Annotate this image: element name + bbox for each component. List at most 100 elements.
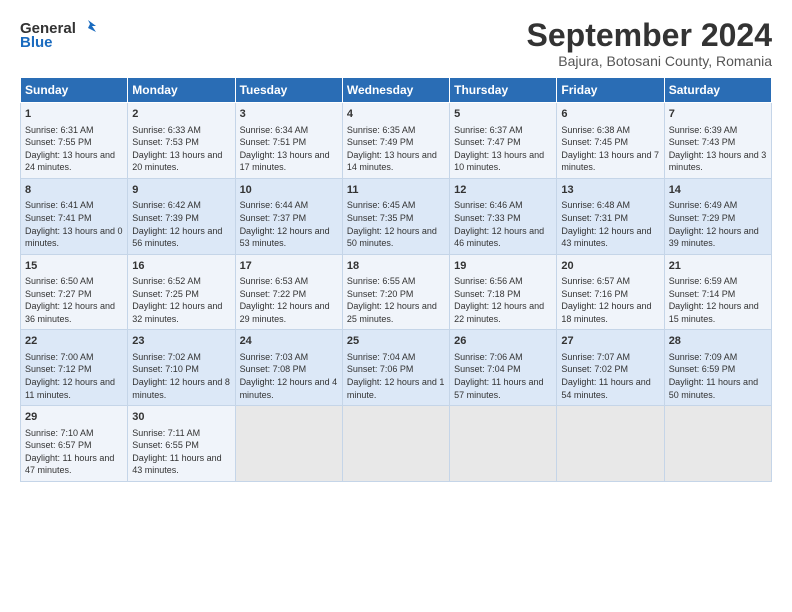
sunrise-label: Sunrise: 6:53 AM — [240, 276, 309, 286]
day-number: 27 — [561, 334, 659, 349]
day-number: 22 — [25, 334, 123, 349]
sunrise-label: Sunrise: 7:06 AM — [454, 352, 523, 362]
calendar-cell: 26 Sunrise: 7:06 AM Sunset: 7:04 PM Dayl… — [450, 330, 557, 406]
sunset-label: Sunset: 7:55 PM — [25, 137, 92, 147]
sunset-label: Sunset: 7:29 PM — [669, 213, 736, 223]
calendar-cell: 22 Sunrise: 7:00 AM Sunset: 7:12 PM Dayl… — [21, 330, 128, 406]
calendar-cell: 17 Sunrise: 6:53 AM Sunset: 7:22 PM Dayl… — [235, 254, 342, 330]
day-number: 1 — [25, 107, 123, 122]
daylight-label: Daylight: 12 hours and 22 minutes. — [454, 301, 544, 324]
sunrise-label: Sunrise: 6:46 AM — [454, 200, 523, 210]
calendar-cell — [235, 406, 342, 482]
calendar-cell: 18 Sunrise: 6:55 AM Sunset: 7:20 PM Dayl… — [342, 254, 449, 330]
sunset-label: Sunset: 7:10 PM — [132, 364, 199, 374]
sunset-label: Sunset: 7:12 PM — [25, 364, 92, 374]
day-number: 23 — [132, 334, 230, 349]
day-number: 13 — [561, 183, 659, 198]
sunrise-label: Sunrise: 7:07 AM — [561, 352, 630, 362]
day-number: 14 — [669, 183, 767, 198]
sunrise-label: Sunrise: 6:49 AM — [669, 200, 738, 210]
day-number: 2 — [132, 107, 230, 122]
sunset-label: Sunset: 6:55 PM — [132, 440, 199, 450]
daylight-label: Daylight: 12 hours and 36 minutes. — [25, 301, 115, 324]
sunrise-label: Sunrise: 6:44 AM — [240, 200, 309, 210]
calendar-week-row: 15 Sunrise: 6:50 AM Sunset: 7:27 PM Dayl… — [21, 254, 772, 330]
calendar-cell: 6 Sunrise: 6:38 AM Sunset: 7:45 PM Dayli… — [557, 103, 664, 179]
day-number: 28 — [669, 334, 767, 349]
calendar-cell — [557, 406, 664, 482]
daylight-label: Daylight: 12 hours and 53 minutes. — [240, 226, 330, 249]
sunrise-label: Sunrise: 6:35 AM — [347, 125, 416, 135]
col-monday: Monday — [128, 78, 235, 103]
daylight-label: Daylight: 13 hours and 10 minutes. — [454, 150, 544, 173]
day-number: 9 — [132, 183, 230, 198]
sunrise-label: Sunrise: 7:02 AM — [132, 352, 201, 362]
sunrise-label: Sunrise: 6:52 AM — [132, 276, 201, 286]
sunrise-label: Sunrise: 6:50 AM — [25, 276, 94, 286]
col-wednesday: Wednesday — [342, 78, 449, 103]
col-tuesday: Tuesday — [235, 78, 342, 103]
sunrise-label: Sunrise: 6:41 AM — [25, 200, 94, 210]
sunset-label: Sunset: 7:02 PM — [561, 364, 628, 374]
sunset-label: Sunset: 7:27 PM — [25, 289, 92, 299]
calendar-cell: 9 Sunrise: 6:42 AM Sunset: 7:39 PM Dayli… — [128, 178, 235, 254]
calendar-cell: 13 Sunrise: 6:48 AM Sunset: 7:31 PM Dayl… — [557, 178, 664, 254]
calendar-cell: 5 Sunrise: 6:37 AM Sunset: 7:47 PM Dayli… — [450, 103, 557, 179]
sunset-label: Sunset: 7:43 PM — [669, 137, 736, 147]
sunrise-label: Sunrise: 6:42 AM — [132, 200, 201, 210]
sunset-label: Sunset: 7:08 PM — [240, 364, 307, 374]
daylight-label: Daylight: 12 hours and 32 minutes. — [132, 301, 222, 324]
sunrise-label: Sunrise: 6:37 AM — [454, 125, 523, 135]
calendar-cell — [664, 406, 771, 482]
sunrise-label: Sunrise: 6:48 AM — [561, 200, 630, 210]
col-sunday: Sunday — [21, 78, 128, 103]
sunset-label: Sunset: 7:35 PM — [347, 213, 414, 223]
logo-blue: Blue — [20, 34, 53, 51]
sunset-label: Sunset: 7:06 PM — [347, 364, 414, 374]
calendar-cell: 15 Sunrise: 6:50 AM Sunset: 7:27 PM Dayl… — [21, 254, 128, 330]
sunrise-label: Sunrise: 6:55 AM — [347, 276, 416, 286]
calendar-cell: 28 Sunrise: 7:09 AM Sunset: 6:59 PM Dayl… — [664, 330, 771, 406]
logo-bird-icon — [78, 18, 98, 38]
sunrise-label: Sunrise: 6:33 AM — [132, 125, 201, 135]
sunrise-label: Sunrise: 6:31 AM — [25, 125, 94, 135]
sunset-label: Sunset: 7:47 PM — [454, 137, 521, 147]
sunset-label: Sunset: 7:16 PM — [561, 289, 628, 299]
calendar-cell: 29 Sunrise: 7:10 AM Sunset: 6:57 PM Dayl… — [21, 406, 128, 482]
daylight-label: Daylight: 12 hours and 50 minutes. — [347, 226, 437, 249]
sunset-label: Sunset: 7:31 PM — [561, 213, 628, 223]
col-friday: Friday — [557, 78, 664, 103]
sunrise-label: Sunrise: 7:10 AM — [25, 428, 94, 438]
sunset-label: Sunset: 7:04 PM — [454, 364, 521, 374]
logo: General Blue — [20, 18, 98, 51]
sunrise-label: Sunrise: 6:34 AM — [240, 125, 309, 135]
daylight-label: Daylight: 11 hours and 57 minutes. — [454, 377, 543, 400]
daylight-label: Daylight: 13 hours and 20 minutes. — [132, 150, 222, 173]
daylight-label: Daylight: 12 hours and 25 minutes. — [347, 301, 437, 324]
col-saturday: Saturday — [664, 78, 771, 103]
sunset-label: Sunset: 6:59 PM — [669, 364, 736, 374]
daylight-label: Daylight: 13 hours and 24 minutes. — [25, 150, 115, 173]
calendar-week-row: 8 Sunrise: 6:41 AM Sunset: 7:41 PM Dayli… — [21, 178, 772, 254]
daylight-label: Daylight: 12 hours and 4 minutes. — [240, 377, 338, 400]
calendar-cell: 7 Sunrise: 6:39 AM Sunset: 7:43 PM Dayli… — [664, 103, 771, 179]
calendar-cell: 3 Sunrise: 6:34 AM Sunset: 7:51 PM Dayli… — [235, 103, 342, 179]
sunset-label: Sunset: 7:49 PM — [347, 137, 414, 147]
day-number: 25 — [347, 334, 445, 349]
daylight-label: Daylight: 11 hours and 54 minutes. — [561, 377, 650, 400]
sunset-label: Sunset: 7:20 PM — [347, 289, 414, 299]
daylight-label: Daylight: 12 hours and 56 minutes. — [132, 226, 222, 249]
calendar-cell: 21 Sunrise: 6:59 AM Sunset: 7:14 PM Dayl… — [664, 254, 771, 330]
daylight-label: Daylight: 12 hours and 11 minutes. — [25, 377, 115, 400]
calendar-cell: 27 Sunrise: 7:07 AM Sunset: 7:02 PM Dayl… — [557, 330, 664, 406]
header-row: Sunday Monday Tuesday Wednesday Thursday… — [21, 78, 772, 103]
day-number: 21 — [669, 259, 767, 274]
day-number: 29 — [25, 410, 123, 425]
col-thursday: Thursday — [450, 78, 557, 103]
sunset-label: Sunset: 7:53 PM — [132, 137, 199, 147]
daylight-label: Daylight: 12 hours and 8 minutes. — [132, 377, 230, 400]
calendar-week-row: 29 Sunrise: 7:10 AM Sunset: 6:57 PM Dayl… — [21, 406, 772, 482]
daylight-label: Daylight: 13 hours and 14 minutes. — [347, 150, 437, 173]
sunset-label: Sunset: 7:25 PM — [132, 289, 199, 299]
calendar-week-row: 1 Sunrise: 6:31 AM Sunset: 7:55 PM Dayli… — [21, 103, 772, 179]
